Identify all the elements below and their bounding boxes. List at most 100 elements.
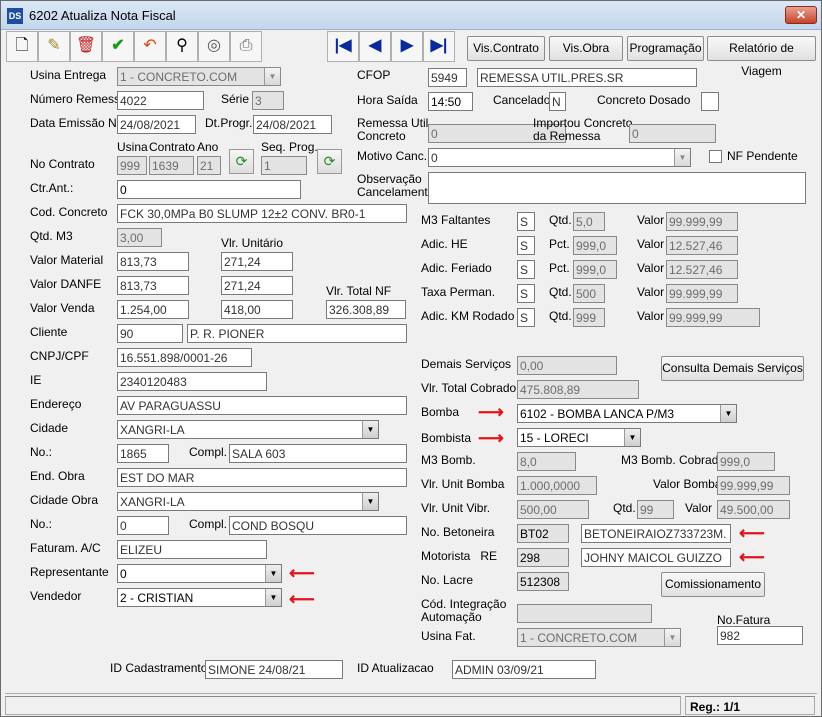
importou-input[interactable]: 0	[629, 124, 716, 143]
motorista-re-input[interactable]: 298	[517, 548, 569, 567]
cnpj-input[interactable]: 16.551.898/0001-26	[117, 348, 252, 367]
valor-danfe-input[interactable]: 813,73	[117, 276, 189, 295]
representante-select[interactable]: 0 ▼	[117, 564, 282, 583]
chevron-down-icon[interactable]: ▼	[362, 421, 378, 438]
first-record-icon[interactable]: |◀	[327, 31, 359, 62]
new-document-icon[interactable]: 🗋	[6, 31, 38, 62]
lookup-seq-prog-icon[interactable]: ⟳	[317, 149, 342, 174]
valor-danfe-unit-input[interactable]: 271,24	[221, 276, 293, 295]
contrato-numero-input[interactable]: 1639	[149, 156, 194, 175]
dt-progr-input[interactable]: 24/08/2021	[253, 115, 332, 134]
adicional-valor-input[interactable]: 99.999,99	[666, 284, 738, 303]
lacre-input[interactable]: 512308	[517, 572, 569, 591]
chevron-down-icon[interactable]: ▼	[720, 405, 736, 422]
consulta-demais-servicos-button[interactable]: Consulta Demais Serviços	[661, 356, 804, 381]
adicional-flag-input[interactable]: S	[517, 308, 535, 327]
chevron-down-icon[interactable]: ▼	[265, 589, 281, 606]
last-record-icon[interactable]: ▶|	[423, 31, 455, 62]
lookup-contrato-icon[interactable]: ⟳	[229, 149, 254, 174]
valor-venda-unit-input[interactable]: 418,00	[221, 300, 293, 319]
betoneira-code-input[interactable]: BT02	[517, 524, 569, 543]
adicional-qtd-input[interactable]: 999,0	[573, 260, 617, 279]
concreto-dosado-input[interactable]	[701, 92, 719, 111]
usina-entrega-select[interactable]: 1 - CONCRETO.COM ▼	[117, 67, 281, 86]
vlr-unit-bomba-input[interactable]: 1.000,0000	[517, 476, 597, 495]
numero-obra-input[interactable]: 0	[117, 516, 169, 535]
close-button[interactable]: ✕	[785, 6, 817, 24]
qtd-m3-input[interactable]: 3,00	[117, 228, 162, 247]
m3-bomb-cobrado-input[interactable]: 999,0	[717, 452, 775, 471]
adicional-qtd-input[interactable]: 999,0	[573, 236, 617, 255]
cfop-desc-input[interactable]: REMESSA UTIL.PRES.SR	[477, 68, 697, 87]
confirm-check-icon[interactable]: ✔	[102, 31, 134, 62]
vis-obra-button[interactable]: Vis.Obra	[549, 36, 623, 61]
adicional-qtd-input[interactable]: 999	[573, 308, 605, 327]
adicional-flag-input[interactable]: S	[517, 236, 535, 255]
end-obra-input[interactable]: EST DO MAR	[117, 468, 407, 487]
vlr-unit-vibr-input[interactable]: 500,00	[517, 500, 589, 519]
comissionamento-button[interactable]: Comissionamento	[661, 572, 765, 597]
cidade-obra-select[interactable]: XANGRI-LA ▼	[117, 492, 379, 511]
usina-fat-select[interactable]: 1 - CONCRETO.COM ▼	[517, 628, 681, 647]
vis-contrato-button[interactable]: Vis.Contrato	[467, 36, 545, 61]
cliente-name-input[interactable]: P. R. PIONER	[187, 324, 407, 343]
ctr-ant-input[interactable]: 0	[117, 180, 301, 199]
motivo-canc-select[interactable]: 0 ▼	[428, 148, 691, 167]
contrato-ano-input[interactable]: 21	[197, 156, 221, 175]
ie-input[interactable]: 2340120483	[117, 372, 267, 391]
cod-integracao-input[interactable]	[517, 604, 652, 623]
cfop-code-input[interactable]: 5949	[428, 68, 467, 87]
id-cadastramento-input[interactable]: SIMONE 24/08/21	[205, 660, 343, 679]
m3-bomb-input[interactable]: 8,0	[517, 452, 576, 471]
numero-remessa-input[interactable]: 4022	[117, 91, 204, 110]
chevron-down-icon[interactable]: ▼	[264, 68, 280, 85]
chevron-down-icon[interactable]: ▼	[362, 493, 378, 510]
binoculars-search-icon[interactable]: ⚲	[166, 31, 198, 62]
chevron-down-icon[interactable]: ▼	[624, 429, 640, 446]
demais-servicos-input[interactable]: 0,00	[517, 356, 617, 375]
serie-input[interactable]: 3	[252, 91, 284, 110]
nf-pendente-checkbox[interactable]	[709, 150, 722, 163]
faturam-input[interactable]: ELIZEU	[117, 540, 267, 559]
vibr-valor-input[interactable]: 49.500,00	[717, 500, 790, 519]
cidade-select[interactable]: XANGRI-LA ▼	[117, 420, 379, 439]
adicional-flag-input[interactable]: S	[517, 284, 535, 303]
cancelado-input[interactable]: N	[549, 92, 566, 111]
motorista-name-input[interactable]: JOHNY MAICOL GUIZZO	[581, 548, 731, 567]
adicional-valor-input[interactable]: 12.527,46	[666, 260, 738, 279]
vendedor-select[interactable]: 2 - CRISTIAN ▼	[117, 588, 282, 607]
chevron-down-icon[interactable]: ▼	[674, 149, 690, 166]
obs-canc-textarea[interactable]	[428, 172, 806, 204]
delete-icon[interactable]: 🗑	[70, 31, 102, 62]
compl-input[interactable]: SALA 603	[229, 444, 407, 463]
contrato-usina-input[interactable]: 999	[117, 156, 147, 175]
betoneira-desc-input[interactable]: BETONEIRAIOZ733723M.	[581, 524, 731, 543]
vlr-total-nf-input[interactable]: 326.308,89	[326, 300, 406, 319]
numero-input[interactable]: 1865	[117, 444, 169, 463]
relatorio-viagem-button[interactable]: Relatório de Viagem	[707, 36, 816, 78]
valor-material-input[interactable]: 813,73	[117, 252, 189, 271]
printer-icon[interactable]: ⎙	[230, 31, 262, 62]
programacao-button[interactable]: Programação	[627, 36, 704, 61]
no-fatura-input[interactable]: 982	[717, 626, 803, 645]
cod-concreto-input[interactable]: FCK 30,0MPa B0 SLUMP 12±2 CONV. BR0-1	[117, 204, 407, 223]
adicional-valor-input[interactable]: 99.999,99	[666, 212, 738, 231]
hora-saida-input[interactable]: 14:50	[428, 92, 473, 111]
bombista-select[interactable]: 15 - LORECI ▼	[517, 428, 641, 447]
previous-record-icon[interactable]: ◀	[359, 31, 391, 62]
data-emissao-input[interactable]: 24/08/2021	[117, 115, 196, 134]
id-atualizacao-input[interactable]: ADMIN 03/09/21	[452, 660, 596, 679]
adicional-qtd-input[interactable]: 500	[573, 284, 605, 303]
next-record-icon[interactable]: ▶	[391, 31, 423, 62]
compl-obra-input[interactable]: COND BOSQU	[229, 516, 407, 535]
valor-bomba-input[interactable]: 99.999,99	[717, 476, 790, 495]
adicional-valor-input[interactable]: 99.999,99	[666, 308, 760, 327]
valor-venda-input[interactable]: 1.254,00	[117, 300, 189, 319]
chevron-down-icon[interactable]: ▼	[664, 629, 680, 646]
adicional-valor-input[interactable]: 12.527,46	[666, 236, 738, 255]
vibr-qtd-input[interactable]: 99	[637, 500, 674, 519]
adicional-qtd-input[interactable]: 5,0	[573, 212, 605, 231]
magnifier-icon[interactable]: ◎	[198, 31, 230, 62]
endereco-input[interactable]: AV PARAGUASSU	[117, 396, 407, 415]
edit-icon[interactable]: ✎	[38, 31, 70, 62]
